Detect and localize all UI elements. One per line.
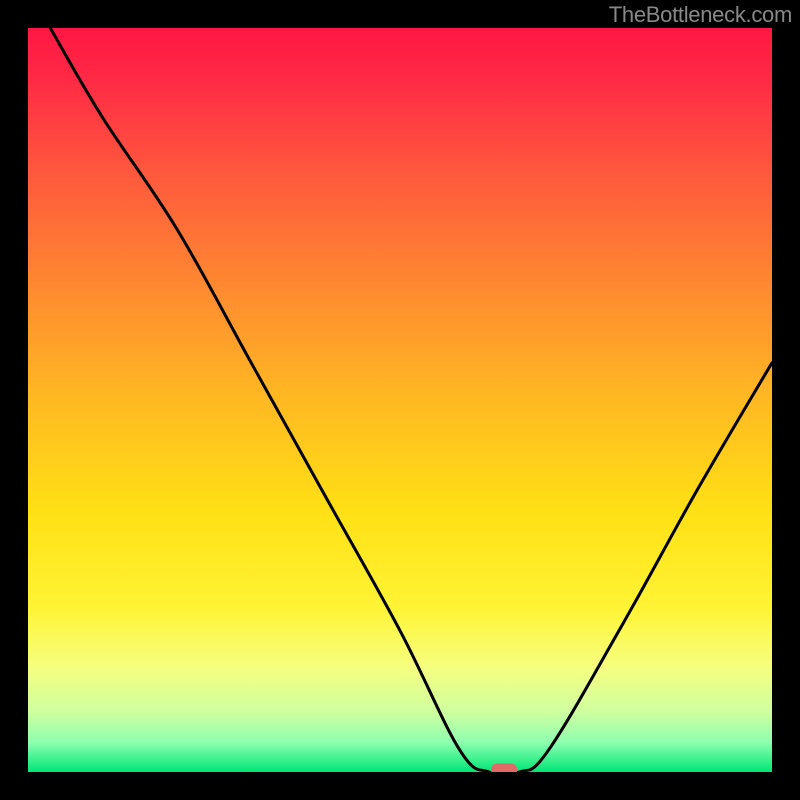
bottleneck-chart: TheBottleneck.com <box>0 0 800 800</box>
chart-svg <box>28 28 772 772</box>
optimum-marker <box>491 764 517 773</box>
gradient-background <box>28 28 772 772</box>
plot-area <box>28 28 772 772</box>
attribution-watermark: TheBottleneck.com <box>609 2 792 28</box>
